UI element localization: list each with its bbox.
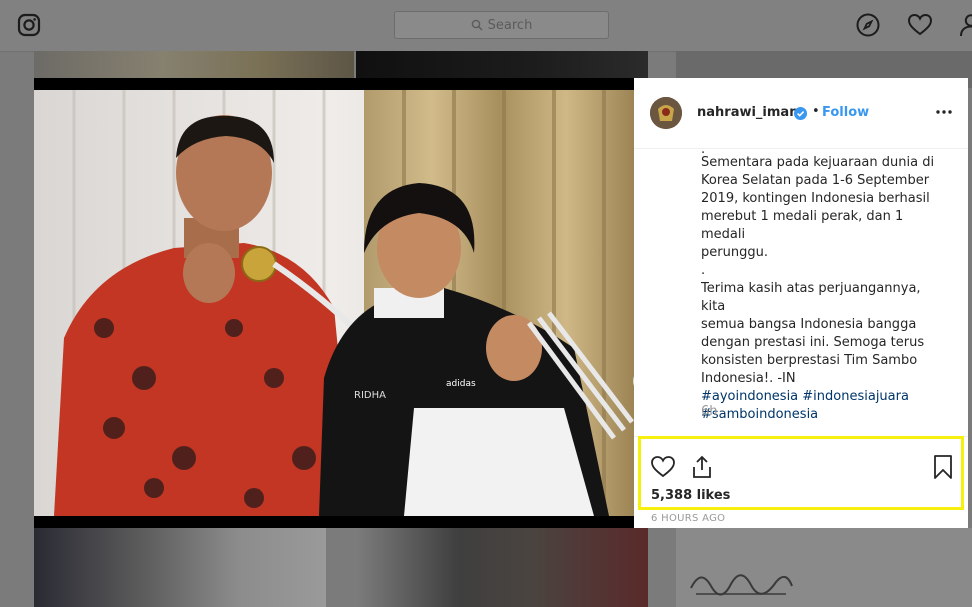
post-actions: 5,388 likes 6 HOURS AGO xyxy=(634,436,968,529)
caption-line: semua bangsa Indonesia bangga xyxy=(701,317,917,332)
heart-icon[interactable] xyxy=(907,12,933,38)
avatar[interactable] xyxy=(650,97,682,129)
search-input[interactable]: Search xyxy=(394,11,609,39)
grid-post-thumbnail[interactable] xyxy=(356,51,648,78)
jersey-text: RIDHA xyxy=(354,390,386,401)
more-options-icon[interactable] xyxy=(934,102,954,122)
grid-post-thumbnail[interactable] xyxy=(34,528,326,607)
caption-line: Korea Selatan pada 1-6 September xyxy=(701,173,930,188)
profile-icon[interactable] xyxy=(958,12,972,38)
grid-post-thumbnail[interactable] xyxy=(676,51,972,78)
comment-time: 6h xyxy=(701,404,718,419)
post-photo[interactable]: RIDHA adidas xyxy=(34,78,634,528)
post-timestamp: 6 HOURS AGO xyxy=(651,513,726,524)
like-count[interactable]: 5,388 likes xyxy=(651,488,730,503)
verified-badge-icon xyxy=(794,107,807,120)
post-caption: . Sementara pada kejuaraan dunia di Kore… xyxy=(701,148,946,428)
username-link[interactable]: nahrawi_imam xyxy=(697,105,803,120)
separator-dot: • xyxy=(812,104,820,119)
avatar-image xyxy=(650,97,682,129)
instagram-icon[interactable] xyxy=(17,13,41,37)
hashtags: #samboindonesia xyxy=(701,406,946,424)
share-icon[interactable] xyxy=(689,454,715,480)
calligraphy-image xyxy=(690,574,793,596)
caption-line: Indonesia!. -IN xyxy=(701,371,796,386)
post-header: nahrawi_imam • Follow xyxy=(634,78,968,149)
grid-post-thumbnail[interactable] xyxy=(34,51,354,78)
hashtags: #ayoindonesia #indonesiajuara xyxy=(701,388,946,406)
caption-line: Terima kasih atas perjuangannya, kita xyxy=(701,281,921,314)
caption-line: . xyxy=(701,263,706,278)
top-navigation-bar: Search xyxy=(0,0,972,52)
search-placeholder: Search xyxy=(487,17,533,33)
hashtag-links[interactable]: #ayoindonesia #indonesiajuara xyxy=(701,389,909,404)
explore-compass-icon[interactable] xyxy=(855,12,881,38)
hashtag-links[interactable]: #samboindonesia xyxy=(701,407,818,422)
caption-line: dengan prestasi ini. Semoga terus xyxy=(701,335,925,350)
like-heart-icon[interactable] xyxy=(650,454,676,480)
follow-button[interactable]: Follow xyxy=(822,105,869,120)
post-photo-image: RIDHA adidas xyxy=(34,78,634,528)
grid-post-thumbnail[interactable] xyxy=(356,528,648,607)
caption-line: perunggu. xyxy=(701,245,768,260)
caption-line: 2019, kontingen Indonesia berhasil xyxy=(701,191,930,206)
brand-text: adidas xyxy=(446,379,476,389)
caption-line: konsisten berprestasi Tim Sambo xyxy=(701,353,918,368)
post-details-panel: nahrawi_imam • Follow . Sementara pada k… xyxy=(634,78,968,528)
grid-post-thumbnail[interactable] xyxy=(676,528,972,607)
save-bookmark-icon[interactable] xyxy=(930,454,956,480)
search-icon xyxy=(471,19,483,31)
caption-line: Sementara pada kejuaraan dunia di xyxy=(701,155,935,170)
caption-line: merebut 1 medali perak, dan 1 medali xyxy=(701,209,904,242)
